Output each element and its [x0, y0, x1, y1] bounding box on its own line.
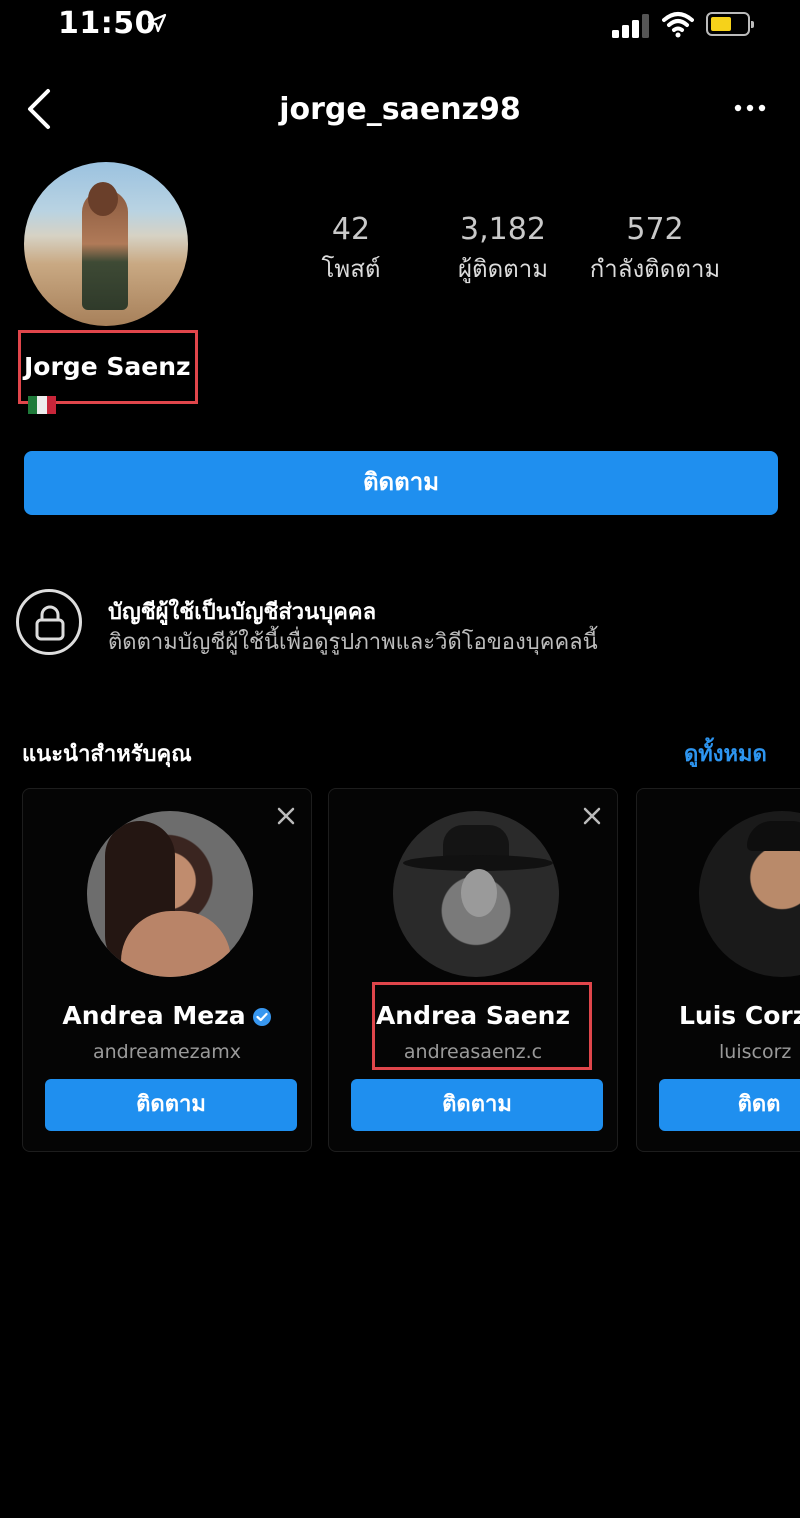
cellular-signal-icon [612, 14, 649, 38]
suggestion-avatar[interactable] [699, 811, 800, 977]
posts-count: 42 [331, 212, 371, 247]
suggestion-avatar[interactable] [87, 811, 253, 977]
suggestion-username: luiscorz [719, 1041, 792, 1063]
more-options-icon[interactable] [732, 96, 768, 120]
mexico-flag-icon [28, 396, 56, 414]
suggestion-name-row: Andrea Meza [23, 1001, 311, 1030]
private-lock-icon [16, 589, 82, 655]
posts-label: โพสต์ [321, 255, 381, 283]
suggestion-card[interactable]: Luis Corz luiscorz ติดต [636, 788, 800, 1152]
suggestion-username: andreamezamx [92, 1041, 242, 1063]
suggestion-name: Luis Corz [679, 1001, 800, 1030]
suggestion-name: Andrea Meza [62, 1001, 246, 1030]
suggestion-card[interactable]: Andrea Saenz andreasaenz.c ติดตาม [328, 788, 618, 1152]
private-account-subtitle: ติดตามบัญชีผู้ใช้นี้เพื่อดูรูปภาพและวิดี… [108, 630, 598, 655]
card-highlight-box [372, 982, 592, 1070]
dismiss-icon[interactable] [275, 805, 297, 827]
suggestion-follow-button[interactable]: ติดต [659, 1079, 800, 1131]
see-all-link[interactable]: ดูทั้งหมด [684, 736, 767, 771]
suggestion-card[interactable]: Andrea Meza andreamezamx ติดตาม [22, 788, 312, 1152]
profile-avatar[interactable] [24, 162, 188, 326]
suggestion-avatar[interactable] [393, 811, 559, 977]
following-count: 572 [626, 212, 684, 247]
following-label: กำลังติดตาม [589, 255, 721, 283]
suggestion-follow-button[interactable]: ติดตาม [351, 1079, 603, 1131]
followers-count: 3,182 [460, 212, 546, 247]
status-time: 11:50 [58, 6, 156, 41]
suggestions-heading: แนะนำสำหรับคุณ [22, 742, 192, 767]
wifi-icon [662, 12, 694, 38]
name-highlight-box [18, 330, 198, 404]
location-arrow-icon [147, 13, 167, 33]
followers-label: ผู้ติดตาม [457, 255, 549, 283]
nav-username-title: jorge_saenz98 [279, 92, 521, 127]
posts-stat[interactable]: 42 โพสต์ [276, 212, 426, 288]
suggestion-follow-button[interactable]: ติดตาม [45, 1079, 297, 1131]
battery-icon [706, 12, 754, 36]
follow-button[interactable]: ติดตาม [24, 451, 778, 515]
dismiss-icon[interactable] [581, 805, 603, 827]
following-stat[interactable]: 572 กำลังติดตาม [580, 212, 730, 288]
verified-badge-icon [252, 1008, 271, 1026]
followers-stat[interactable]: 3,182 ผู้ติดตาม [428, 212, 578, 288]
